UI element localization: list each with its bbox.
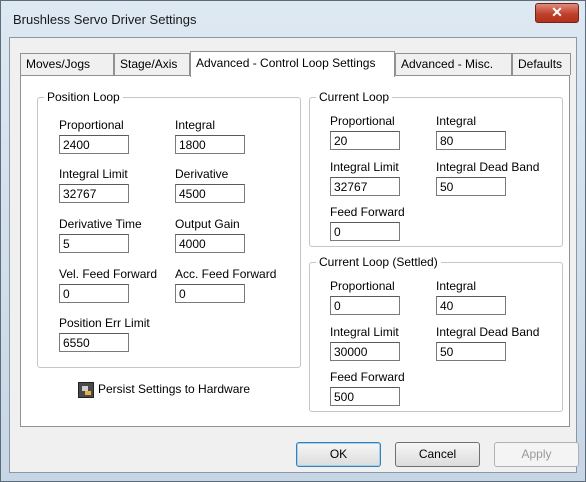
cancel-button[interactable]: Cancel [395,442,480,467]
pos-integral-label: Integral [175,118,216,132]
dialog-client-area: Moves/Jogs Stage/Axis Advanced - Control… [9,37,579,473]
title-bar[interactable]: Brushless Servo Driver Settings ✕ [1,1,585,37]
pos-vel-feed-forward-field[interactable] [59,284,129,303]
tab-advanced-control-loop-settings[interactable]: Advanced - Control Loop Settings [190,51,395,77]
cur-integral-limit-label: Integral Limit [330,160,399,174]
tab-panel-control-loop: Position Loop Proportional Integral Inte… [20,75,570,427]
settled-proportional-label: Proportional [330,279,395,293]
hardware-save-icon [78,382,94,398]
close-icon: ✕ [551,4,563,20]
tab-advanced-misc[interactable]: Advanced - Misc. [395,53,512,75]
settled-feed-forward-field[interactable] [330,387,400,406]
current-loop-settled-title: Current Loop (Settled) [316,255,441,269]
pos-derivative-label: Derivative [175,167,229,181]
cur-integral-label: Integral [436,114,477,128]
pos-integral-field[interactable] [175,135,245,154]
close-button[interactable]: ✕ [535,3,579,23]
cur-feed-forward-label: Feed Forward [330,205,405,219]
pos-output-gain-label: Output Gain [175,217,240,231]
settled-integral-label: Integral [436,279,477,293]
cur-integral-field[interactable] [436,131,506,150]
settled-integral-field[interactable] [436,296,506,315]
pos-err-limit-field[interactable] [59,333,129,352]
dialog-window: Brushless Servo Driver Settings ✕ Moves/… [0,0,586,482]
persist-settings-label: Persist Settings to Hardware [98,382,251,396]
cur-proportional-field[interactable] [330,131,400,150]
pos-output-gain-field[interactable] [175,234,245,253]
pos-proportional-field[interactable] [59,135,129,154]
pos-acc-feed-forward-label: Acc. Feed Forward [175,267,277,281]
settled-feed-forward-label: Feed Forward [330,370,405,384]
cur-feed-forward-field[interactable] [330,222,400,241]
ok-button[interactable]: OK [296,442,381,467]
settled-integral-dead-band-field[interactable] [436,342,506,361]
settled-proportional-field[interactable] [330,296,400,315]
settled-integral-dead-band-label: Integral Dead Band [436,325,540,339]
cur-integral-limit-field[interactable] [330,177,400,196]
position-loop-title: Position Loop [44,90,123,104]
tab-strip: Moves/Jogs Stage/Axis Advanced - Control… [20,51,572,77]
cur-proportional-label: Proportional [330,114,395,128]
pos-proportional-label: Proportional [59,118,124,132]
pos-integral-limit-field[interactable] [59,184,129,203]
pos-vel-feed-forward-label: Vel. Feed Forward [59,267,158,281]
current-loop-title: Current Loop [316,90,393,104]
tab-moves-jogs[interactable]: Moves/Jogs [20,53,114,75]
apply-button[interactable]: Apply [494,442,579,467]
pos-err-limit-label: Position Err Limit [59,316,150,330]
pos-integral-limit-label: Integral Limit [59,167,128,181]
current-loop-settled-group: Current Loop (Settled) Proportional Inte… [309,255,563,412]
cur-integral-dead-band-field[interactable] [436,177,506,196]
pos-derivative-time-label: Derivative Time [59,217,142,231]
settled-integral-limit-field[interactable] [330,342,400,361]
window-title: Brushless Servo Driver Settings [13,12,197,27]
current-loop-group: Current Loop Proportional Integral Integ… [309,90,563,247]
pos-acc-feed-forward-field[interactable] [175,284,245,303]
cur-integral-dead-band-label: Integral Dead Band [436,160,540,174]
position-loop-group: Position Loop Proportional Integral Inte… [37,90,301,368]
settled-integral-limit-label: Integral Limit [330,325,399,339]
tab-stage-axis[interactable]: Stage/Axis [114,53,190,75]
tab-defaults[interactable]: Defaults [512,53,571,75]
pos-derivative-field[interactable] [175,184,245,203]
pos-derivative-time-field[interactable] [59,234,129,253]
